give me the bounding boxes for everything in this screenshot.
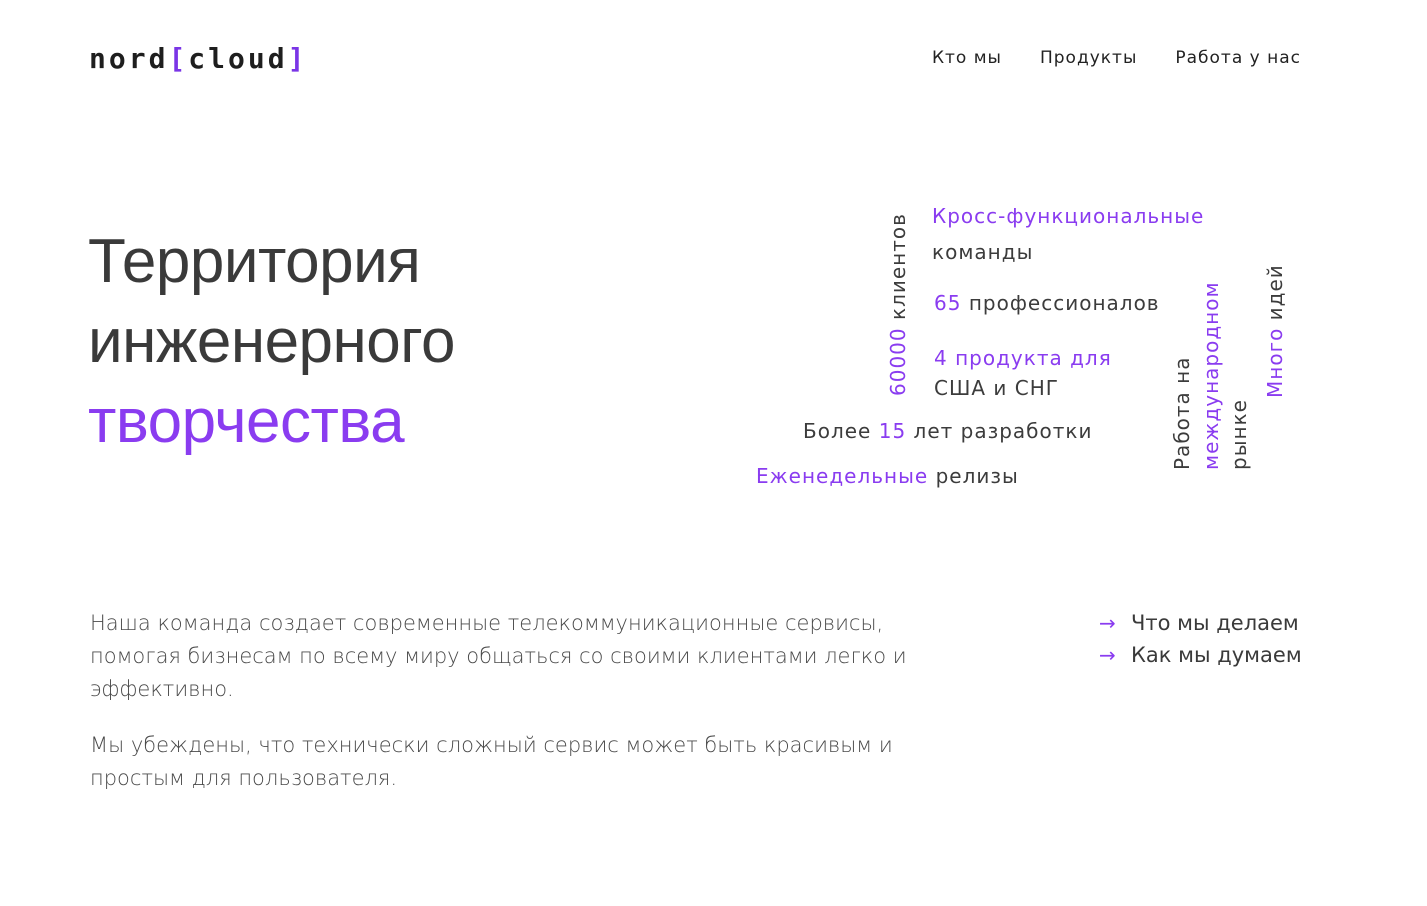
hero-line-2: инженерного [88,307,455,376]
fact-products-line-2: США и СНГ [934,376,1059,400]
hero-line-1: Территория [88,227,421,296]
fact-professionals-number: 65 [934,291,962,315]
fact-clients-text: клиентов [886,213,910,321]
fact-professionals-text: профессионалов [968,291,1160,315]
belief-paragraph: Мы убеждены, что технически сложный серв… [90,733,893,790]
fact-years-number: 15 [878,419,907,443]
fact-ideas-many: Много [1263,327,1287,398]
fact-years-pre: Более [803,419,872,443]
fact-releases-weekly: Еженедельные [756,464,929,488]
link-how-we-think-label: Как мы думаем [1131,643,1302,667]
fact-international-3: рынке [1227,399,1251,470]
fact-international-1: Работа на [1170,356,1194,470]
link-how-we-think[interactable]: → Как мы думаем [1099,639,1302,671]
logo-nord: nord [89,42,169,75]
arrow-right-icon: → [1099,643,1116,667]
fact-professionals: 65 профессионалов [934,289,1160,317]
fact-clients: 60000 клиентов [884,213,912,396]
fact-years: Более 15 лет разработки [803,417,1092,445]
hero-line-3: творчества [88,387,405,456]
logo[interactable]: nord[cloud] [89,40,307,78]
hero-title: Территория инженерного творчества [88,222,455,462]
fact-years-post: лет разработки [913,419,1093,443]
link-what-we-do[interactable]: → Что мы делаем [1099,607,1302,639]
nav-careers[interactable]: Работа у нас [1175,48,1301,68]
logo-bracket-open: [ [168,42,189,75]
fact-releases-text: релизы [935,464,1019,488]
nav-about[interactable]: Кто мы [932,48,1002,68]
nav-products[interactable]: Продукты [1040,48,1137,68]
main-nav: Кто мы Продукты Работа у нас [932,48,1301,68]
logo-cloud: cloud [188,42,288,75]
fact-products-line-1: 4 продукта для [934,346,1112,370]
fact-teams: команды [932,240,1034,264]
fact-ideas-text: идей [1263,264,1287,321]
intro-paragraph: Наша команда создает современные телеком… [90,611,907,701]
fact-international-2: международном [1199,281,1223,470]
logo-bracket-close: ] [287,42,308,75]
fact-releases: Еженедельные релизы [756,462,1019,490]
quick-links: → Что мы делаем → Как мы думаем [1099,607,1302,671]
link-what-we-do-label: Что мы делаем [1131,611,1299,635]
fact-ideas: Много идей [1261,264,1289,398]
fact-cross-functional: Кросс-функциональные [932,204,1205,228]
page: nord[cloud] Кто мы Продукты Работа у нас… [0,0,1427,906]
arrow-right-icon: → [1099,611,1116,635]
fact-clients-number: 60000 [886,327,910,396]
